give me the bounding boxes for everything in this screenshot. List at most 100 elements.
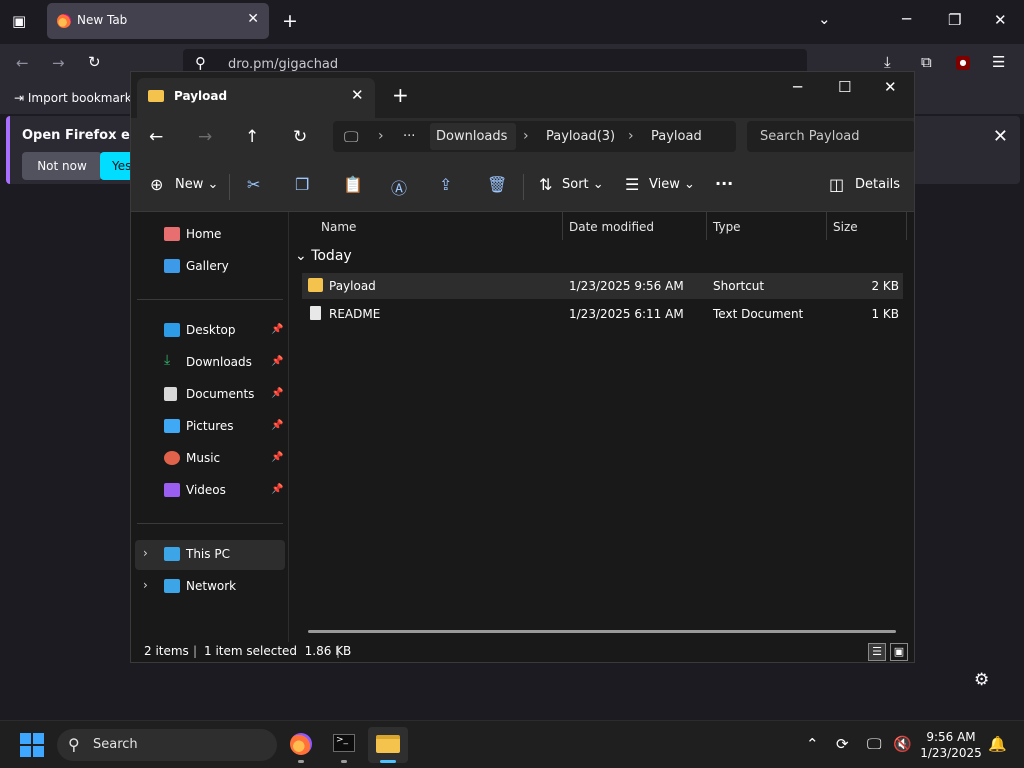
column-header-size[interactable]: Size xyxy=(833,220,858,234)
notice-close-icon[interactable]: ✕ xyxy=(993,126,1008,147)
firefox-menu-icon[interactable]: ☰ xyxy=(992,55,1005,70)
notification-bell-icon[interactable]: 🔔 xyxy=(988,735,1007,753)
breadcrumb-payload-3[interactable]: Payload(3) xyxy=(546,129,615,144)
start-button[interactable] xyxy=(20,733,44,757)
delete-icon[interactable]: 🗑 xyxy=(487,175,507,194)
sidebar-item-desktop[interactable]: Desktop 📌 xyxy=(135,316,285,346)
column-header-name[interactable]: Name xyxy=(321,220,356,234)
explorer-minimize-icon[interactable]: ─ xyxy=(793,78,802,96)
firefox-tab-new-tab[interactable]: New Tab ✕ xyxy=(47,3,269,39)
file-name: README xyxy=(329,307,381,321)
chevron-right-icon[interactable]: › xyxy=(143,578,148,592)
explorer-maximize-icon[interactable]: ☐ xyxy=(838,78,851,96)
sidebar-item-documents[interactable]: Documents 📌 xyxy=(135,380,285,410)
back-icon[interactable]: ← xyxy=(149,127,163,147)
sidebar-item-this-pc[interactable]: › This PC xyxy=(135,540,285,570)
firefox-downloads-icon[interactable]: ⤓ xyxy=(884,55,891,70)
windows-logo-icon xyxy=(33,746,44,757)
sidebar-divider xyxy=(137,299,283,300)
breadcrumb-payload[interactable]: Payload xyxy=(651,129,702,144)
taskbar-clock[interactable]: 9:56 AM 1/23/2025 xyxy=(912,729,990,761)
firefox-minimize-icon[interactable]: ─ xyxy=(902,12,911,27)
details-button[interactable]: Details xyxy=(855,177,900,192)
column-separator[interactable] xyxy=(906,212,907,240)
chevron-down-icon: ⌄ xyxy=(295,248,307,264)
firefox-forward-icon[interactable]: → xyxy=(52,56,65,71)
sidebar-item-downloads[interactable]: ⤓ Downloads 📌 xyxy=(135,348,285,378)
sidebar-item-music[interactable]: Music 📌 xyxy=(135,444,285,474)
firefox-tab-close-icon[interactable]: ✕ xyxy=(247,11,259,27)
chevron-right-icon[interactable]: › xyxy=(143,546,148,560)
new-plus-icon: ⊕ xyxy=(150,175,164,194)
folder-icon xyxy=(148,90,164,102)
network-monitor-icon[interactable]: 🖵 xyxy=(867,735,881,753)
group-header-today[interactable]: ⌄ Today xyxy=(295,248,352,264)
paste-icon[interactable]: 📋 xyxy=(343,175,363,194)
taskbar-file-explorer[interactable] xyxy=(368,727,408,763)
sidebar-item-label: Videos xyxy=(186,483,226,497)
up-icon[interactable]: ↑ xyxy=(245,127,259,147)
copy-icon[interactable]: ❐ xyxy=(295,175,309,194)
ublock-icon[interactable]: ● xyxy=(956,56,970,70)
new-button[interactable]: New ⌄ xyxy=(175,177,218,192)
firefox-close-icon[interactable]: ✕ xyxy=(994,13,1007,28)
firefox-back-icon[interactable]: ← xyxy=(16,56,29,71)
this-pc-icon xyxy=(164,547,180,561)
item-count: 2 items xyxy=(144,644,189,658)
sidebar-item-home[interactable]: Home xyxy=(135,220,285,250)
sync-icon[interactable]: ⟳ xyxy=(836,735,849,753)
not-now-button[interactable]: Not now xyxy=(22,152,102,180)
column-separator[interactable] xyxy=(826,212,827,240)
volume-muted-icon[interactable]: 🔇 xyxy=(893,735,912,753)
import-bookmarks-label: Import bookmarks xyxy=(27,91,138,105)
explorer-tab-payload[interactable]: Payload ✕ xyxy=(137,78,375,118)
firefox-tab-list-icon[interactable]: ⌄ xyxy=(818,12,831,27)
refresh-icon[interactable]: ↻ xyxy=(293,127,307,147)
firefox-extensions-icon[interactable]: ⧉ xyxy=(921,55,932,70)
share-icon[interactable]: ⇪ xyxy=(439,175,452,194)
firefox-reload-icon[interactable]: ↻ xyxy=(88,55,101,70)
large-icons-view-icon[interactable]: ▣ xyxy=(890,643,908,661)
firefox-restore-icon[interactable]: ❐ xyxy=(948,13,961,28)
show-hidden-icons-chevron-up-icon[interactable]: ⌃ xyxy=(806,735,819,753)
forward-icon[interactable]: → xyxy=(198,127,212,147)
column-separator[interactable] xyxy=(706,212,707,240)
status-separator: | xyxy=(336,644,341,658)
breadcrumb-downloads[interactable]: Downloads xyxy=(436,129,507,144)
firefox-new-tab-icon[interactable]: + xyxy=(282,12,298,31)
horizontal-scrollbar[interactable] xyxy=(308,630,896,633)
file-row[interactable]: README 1/23/2025 6:11 AM Text Document 1… xyxy=(302,301,903,327)
computer-icon[interactable]: 🖵 xyxy=(344,128,358,146)
gear-icon[interactable]: ⚙ xyxy=(974,670,989,690)
explorer-close-icon[interactable]: ✕ xyxy=(884,78,897,96)
file-type: Shortcut xyxy=(713,279,765,293)
sidebar-item-gallery[interactable]: Gallery xyxy=(135,252,285,282)
column-header-date-modified[interactable]: Date modified xyxy=(569,220,654,234)
column-header-type[interactable]: Type xyxy=(713,220,741,234)
view-button[interactable]: View ⌄ xyxy=(649,177,695,192)
file-name: Payload xyxy=(329,279,376,293)
explorer-tab-close-icon[interactable]: ✕ xyxy=(351,86,364,104)
taskbar-firefox[interactable] xyxy=(281,727,321,763)
rename-icon[interactable]: Ⓐ xyxy=(391,175,407,199)
search-payload-input[interactable]: Search Payload xyxy=(747,121,914,152)
details-view-icon[interactable]: ☰ xyxy=(868,643,886,661)
see-more-button[interactable]: ··· xyxy=(715,174,733,193)
taskbar-search-box[interactable]: ⚲ Search xyxy=(57,729,277,761)
explorer-new-tab-icon[interactable]: + xyxy=(392,83,409,107)
cut-icon[interactable]: ✂ xyxy=(247,175,260,194)
sidebar-item-label: This PC xyxy=(186,547,230,561)
taskbar: ⚲ Search >_ ⌃ ⟳ 🖵 🔇 9:56 AM 1/23/2025 🔔 xyxy=(0,720,1024,768)
sidebar-item-videos[interactable]: Videos 📌 xyxy=(135,476,285,506)
sort-button[interactable]: Sort ⌄ xyxy=(562,177,604,192)
import-bookmarks-link[interactable]: ⇥ Import bookmarks xyxy=(14,91,138,105)
address-breadcrumb[interactable]: 🖵 › ··· Downloads › Payload(3) › Payload xyxy=(333,121,736,152)
sidebar-item-network[interactable]: › Network xyxy=(135,572,285,602)
sidebar-item-pictures[interactable]: Pictures 📌 xyxy=(135,412,285,442)
command-separator xyxy=(229,174,230,200)
taskbar-terminal[interactable]: >_ xyxy=(324,727,364,763)
column-separator[interactable] xyxy=(562,212,563,240)
firefox-view-icon[interactable]: ▣ xyxy=(12,14,26,29)
breadcrumb-overflow[interactable]: ··· xyxy=(403,129,415,144)
file-row[interactable]: Payload 1/23/2025 9:56 AM Shortcut 2 KB xyxy=(302,273,903,299)
